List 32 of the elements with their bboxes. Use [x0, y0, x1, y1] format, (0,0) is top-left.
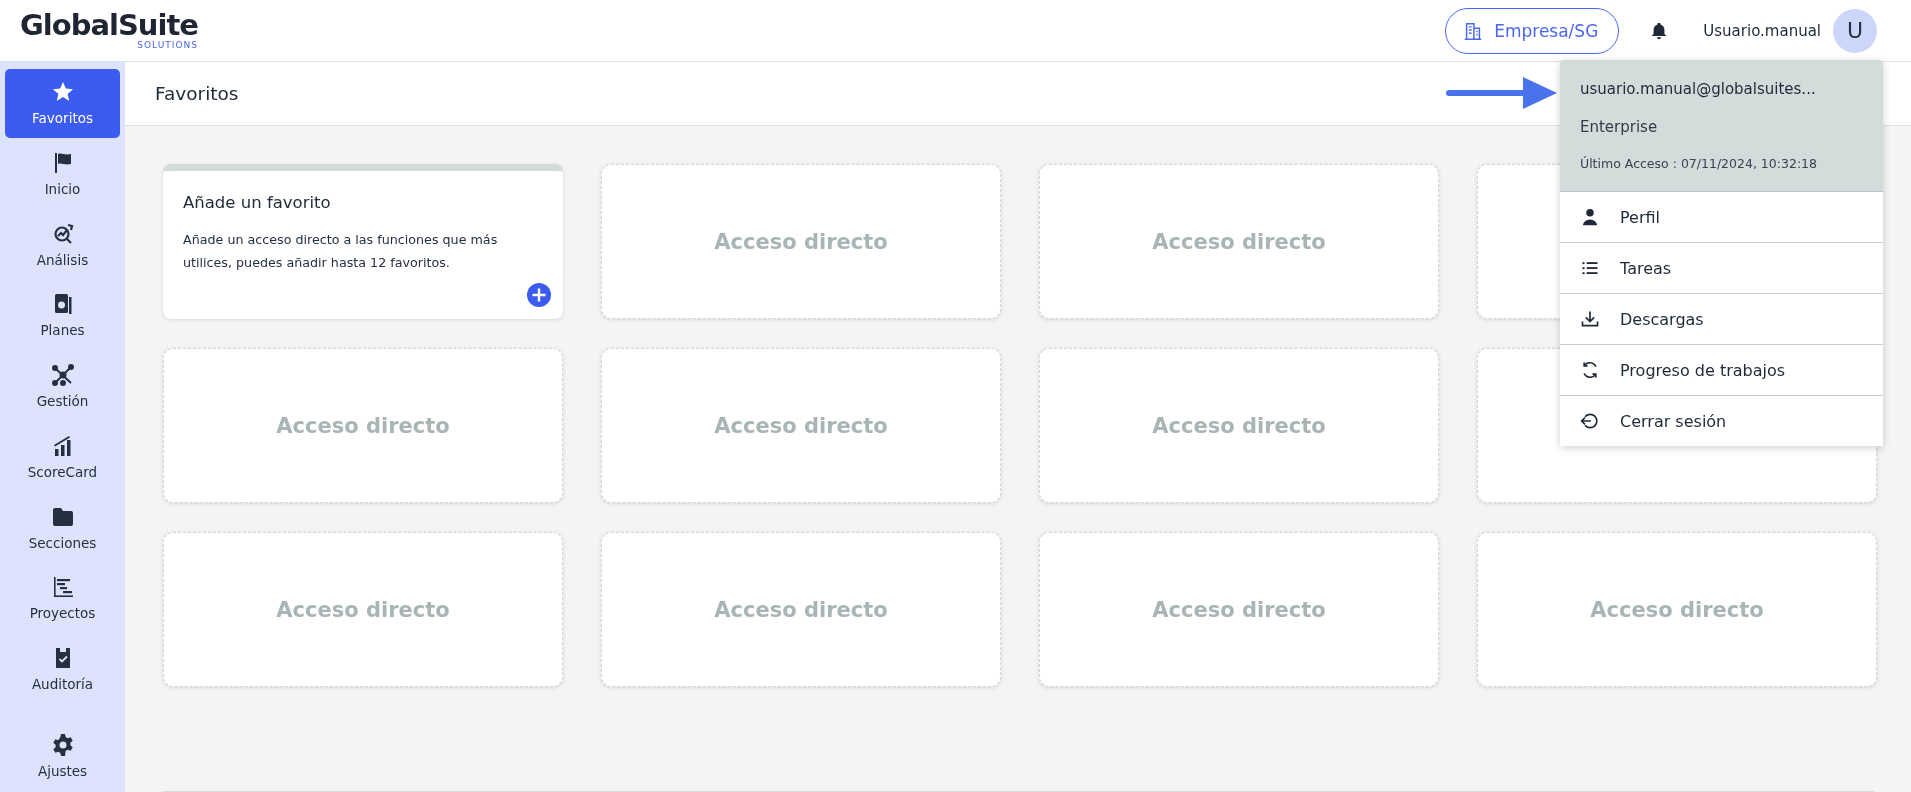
- sidebar-item[interactable]: Gestión: [5, 351, 120, 421]
- page-title: Favoritos: [155, 83, 239, 104]
- sidebar-item[interactable]: ScoreCard: [5, 422, 120, 492]
- download-icon: [1580, 309, 1600, 329]
- logo: GlobalSuite SOLUTIONS: [20, 11, 198, 50]
- settings-icon: [50, 732, 75, 757]
- sidebar-item[interactable]: Planes: [5, 281, 120, 350]
- refresh-icon: [1580, 360, 1600, 380]
- menu-item[interactable]: Perfil: [1560, 192, 1883, 243]
- sidebar-item[interactable]: Inicio: [5, 139, 120, 209]
- logout-icon: [1580, 411, 1600, 431]
- sidebar-item[interactable]: Secciones: [5, 493, 120, 562]
- avatar[interactable]: U: [1833, 8, 1877, 53]
- sidebar-item[interactable]: Proyectos: [5, 563, 120, 633]
- sidebar-item[interactable]: Ajustes: [5, 721, 120, 791]
- username[interactable]: Usuario.manual: [1703, 21, 1821, 40]
- person-icon: [1580, 207, 1600, 227]
- menu-item[interactable]: Cerrar sesión: [1560, 396, 1883, 446]
- sidebar-item[interactable]: Análisis: [5, 210, 120, 280]
- sidebar-item[interactable]: Auditoría: [5, 634, 120, 704]
- add-icon[interactable]: [527, 283, 551, 307]
- company-button[interactable]: Empresa/SG: [1445, 7, 1620, 54]
- sidebar-item[interactable]: Favoritos: [5, 69, 120, 138]
- card-text: Añade un acceso directo a las funciones que más utilices, puedes añadir hasta 12 favoritos.: [183, 231, 499, 272]
- network-icon: [50, 363, 75, 388]
- menu-item[interactable]: Tareas: [1560, 243, 1883, 294]
- card-title: Añade un favorito: [183, 193, 332, 212]
- user-email: usuario.manual@globalsuites...: [1580, 80, 1817, 98]
- last-access: Último Acceso : 07/11/2024, 10:32:18: [1580, 156, 1818, 171]
- menu-item[interactable]: Descargas: [1560, 294, 1883, 345]
- menu-item[interactable]: Progreso de trabajos: [1560, 345, 1883, 396]
- user-plan: Enterprise: [1580, 118, 1659, 136]
